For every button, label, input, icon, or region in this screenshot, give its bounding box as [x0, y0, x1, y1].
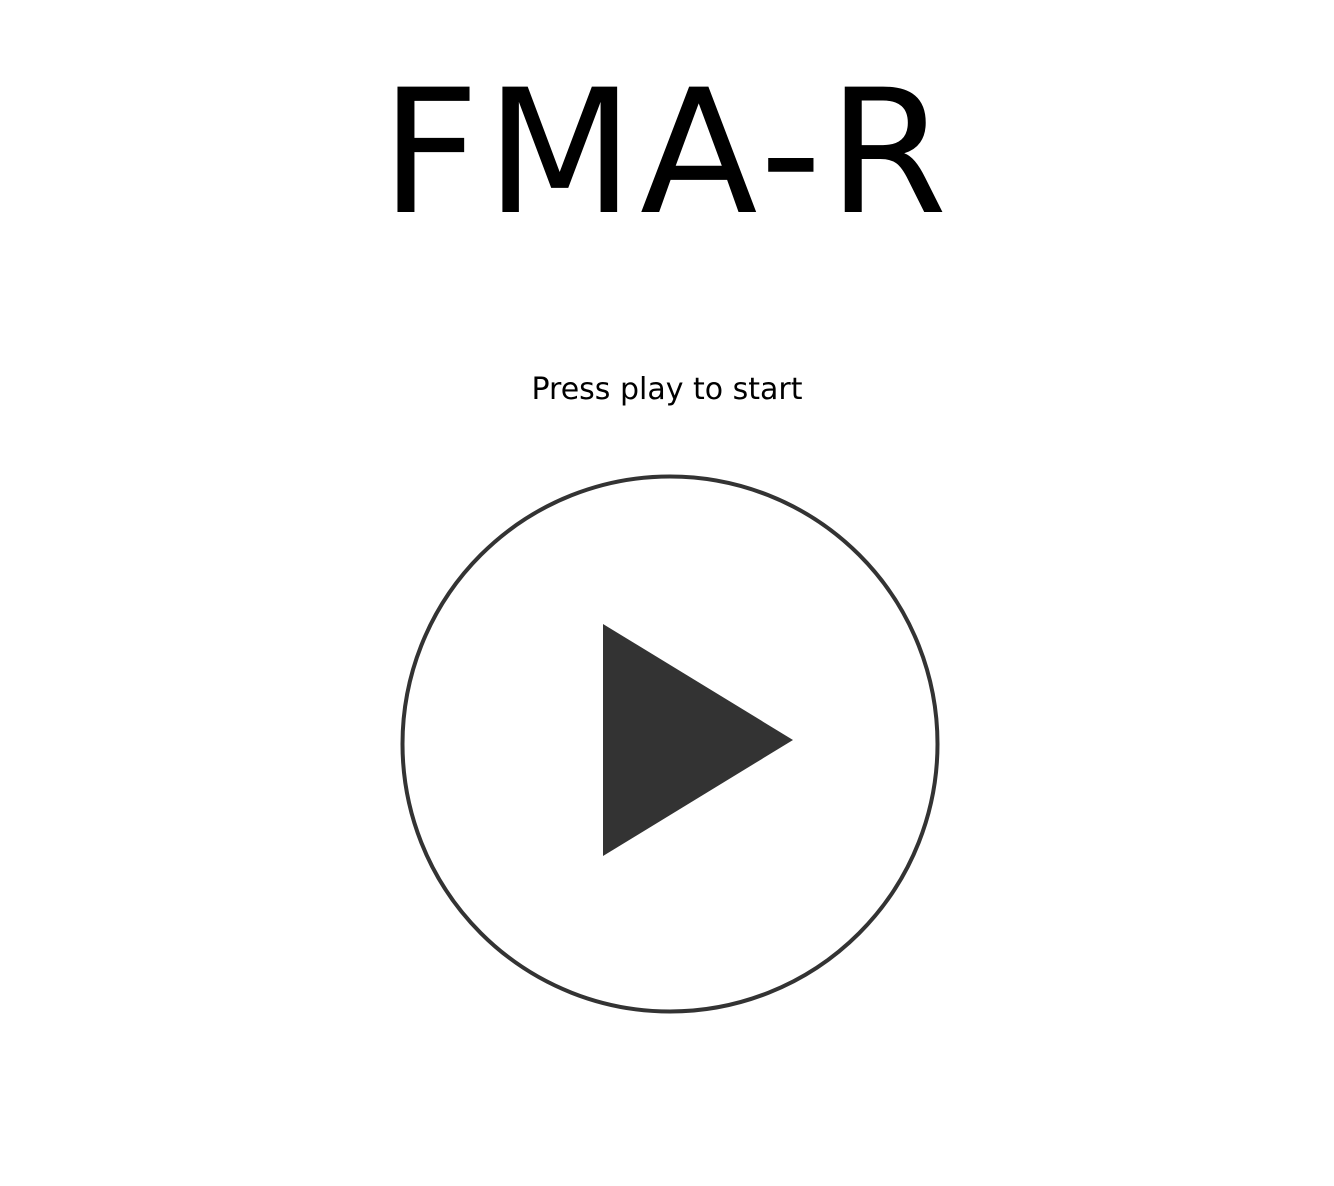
- start-prompt: Press play to start: [531, 372, 803, 407]
- play-icon: [400, 474, 940, 1014]
- app-title: FMA-R: [380, 52, 954, 253]
- play-button[interactable]: [400, 474, 940, 1014]
